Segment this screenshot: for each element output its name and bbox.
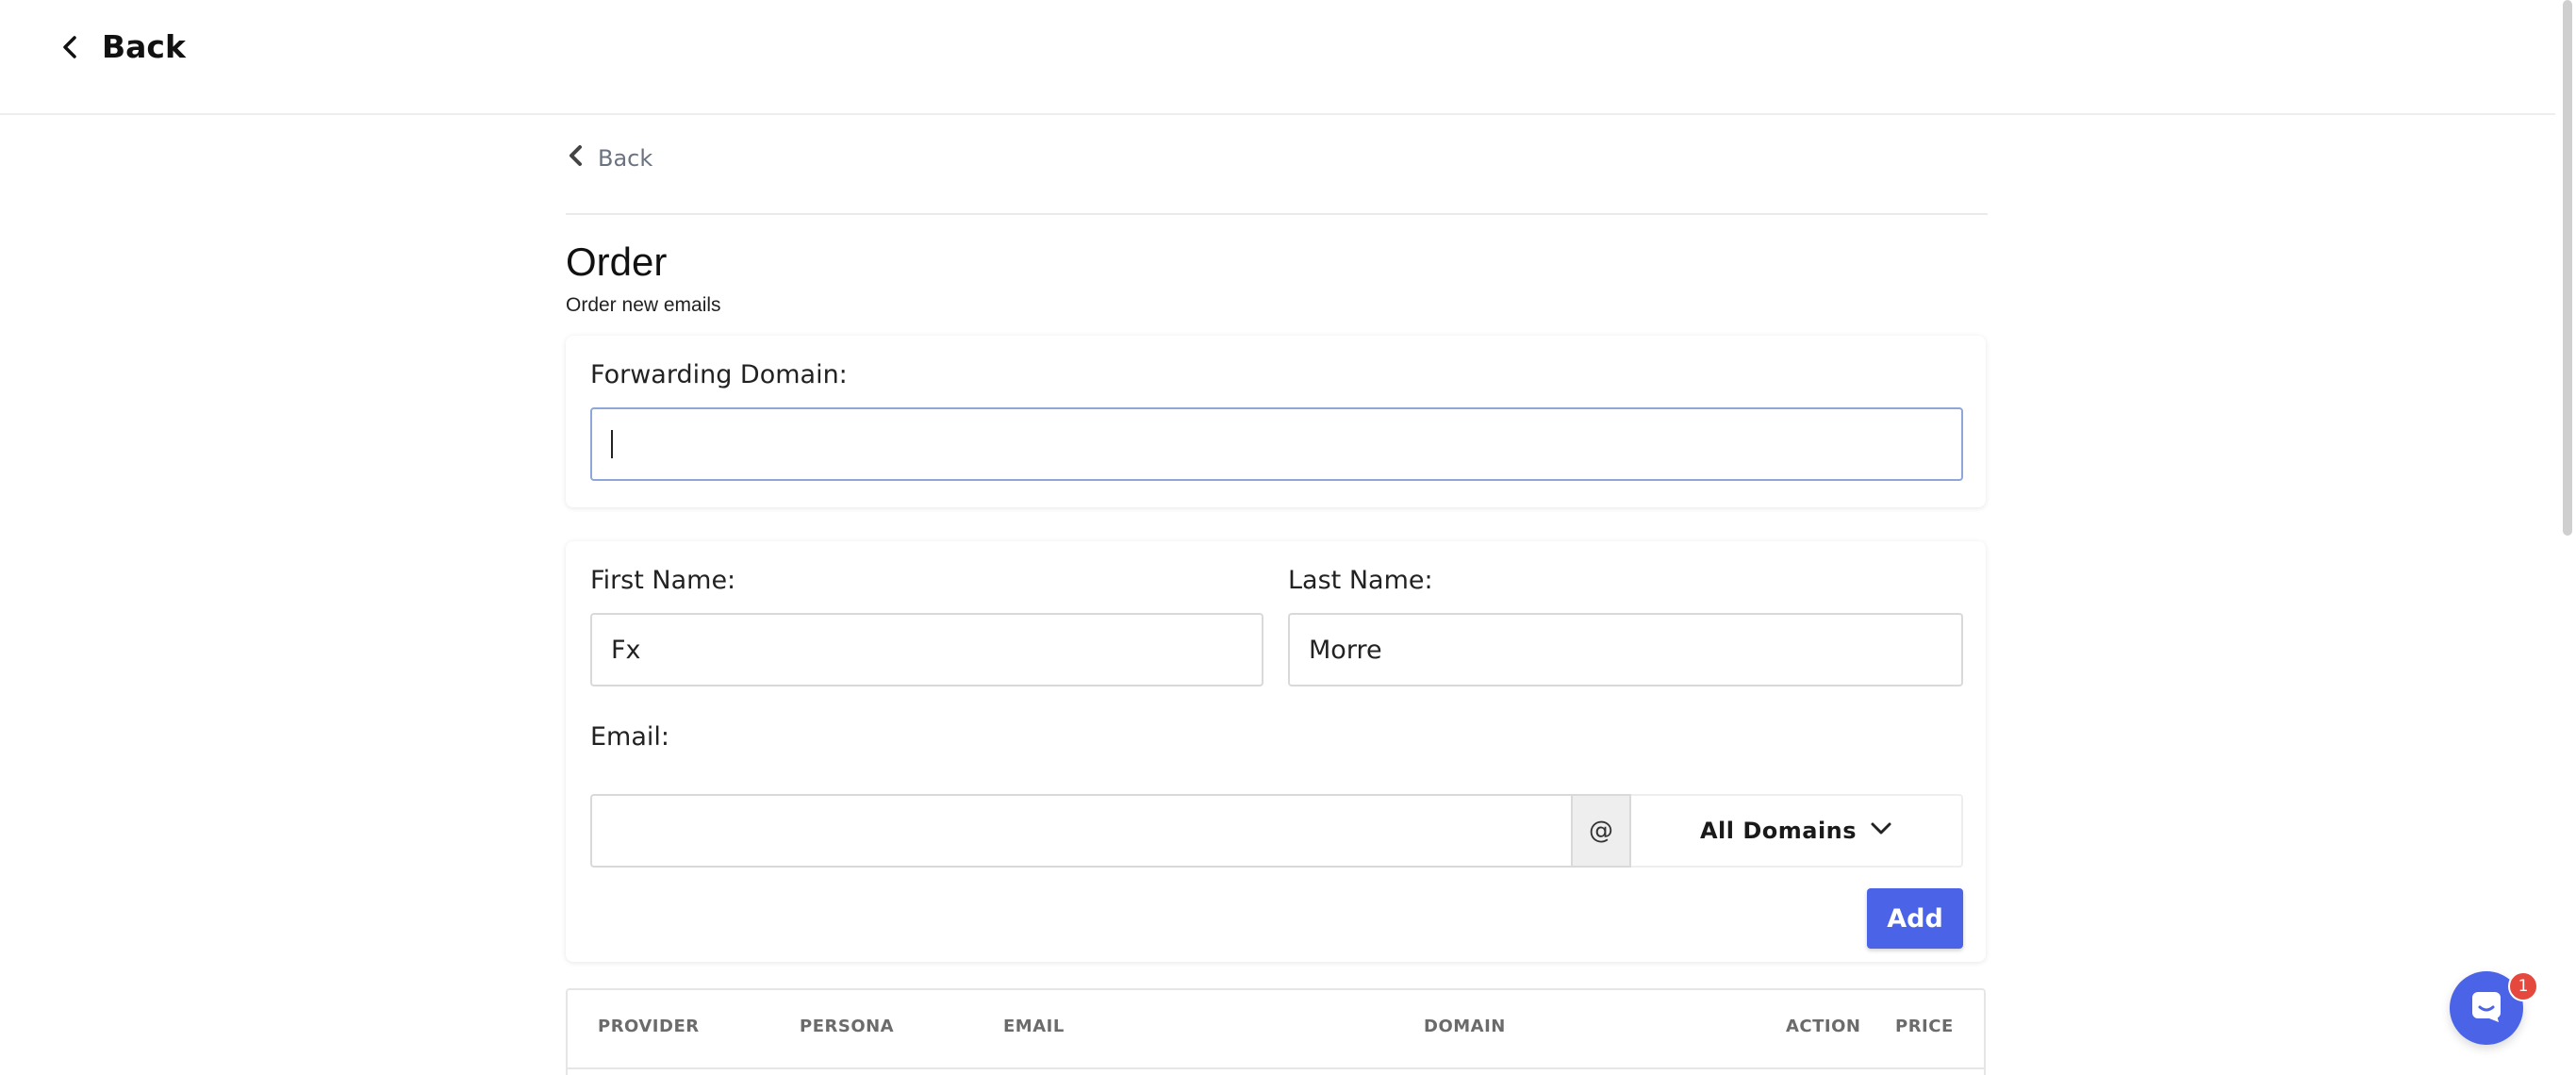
domain-select-label: All Domains (1699, 818, 1858, 844)
scrollbar[interactable] (2563, 0, 2572, 536)
page-title: Order (566, 240, 668, 284)
first-name-label: First Name: (590, 566, 736, 595)
divider (566, 213, 1988, 215)
text-caret (611, 430, 613, 458)
at-symbol-addon: @ (1571, 794, 1631, 868)
page-subtitle: Order new emails (566, 294, 721, 316)
last-name-input[interactable]: Morre (1288, 613, 1963, 686)
email-input-group: @ All Domains (590, 794, 1963, 868)
chat-icon (2469, 988, 2504, 1029)
column-header-price: PRICE (1895, 1017, 1954, 1036)
add-button[interactable]: Add (1867, 888, 1963, 949)
forwarding-domain-input[interactable] (590, 407, 1963, 481)
column-header-domain: DOMAIN (1424, 1017, 1506, 1036)
forwarding-domain-label: Forwarding Domain: (590, 360, 848, 389)
orders-table: PROVIDER PERSONA EMAIL DOMAIN ACTION PRI… (566, 988, 1986, 1075)
column-header-persona: PERSONA (800, 1017, 895, 1036)
chevron-left-icon (58, 33, 81, 61)
chevron-down-icon (1870, 821, 1892, 841)
sub-back-link[interactable]: Back (566, 141, 652, 174)
domain-select[interactable]: All Domains (1631, 794, 1963, 868)
last-name-value: Morre (1309, 635, 1382, 665)
first-name-value: Fx (611, 635, 641, 665)
sub-back-label: Back (598, 144, 653, 172)
column-header-email: EMAIL (1003, 1017, 1065, 1036)
first-name-input[interactable]: Fx (590, 613, 1263, 686)
order-form-card: First Name: Fx Last Name: Morre Email: @… (566, 541, 1986, 962)
forwarding-domain-card: Forwarding Domain: (566, 336, 1986, 507)
last-name-label: Last Name: (1288, 566, 1433, 595)
top-back-button[interactable]: Back (58, 28, 186, 65)
table-header-divider (568, 1067, 1984, 1069)
top-bar: Back (0, 0, 2555, 115)
chevron-left-icon (566, 141, 585, 174)
chat-notification-badge: 1 (2508, 971, 2538, 1001)
email-label: Email: (590, 722, 670, 752)
top-back-label: Back (102, 28, 186, 65)
column-header-provider: PROVIDER (598, 1017, 700, 1036)
column-header-action: ACTION (1786, 1017, 1861, 1036)
email-local-input[interactable] (590, 794, 1571, 868)
